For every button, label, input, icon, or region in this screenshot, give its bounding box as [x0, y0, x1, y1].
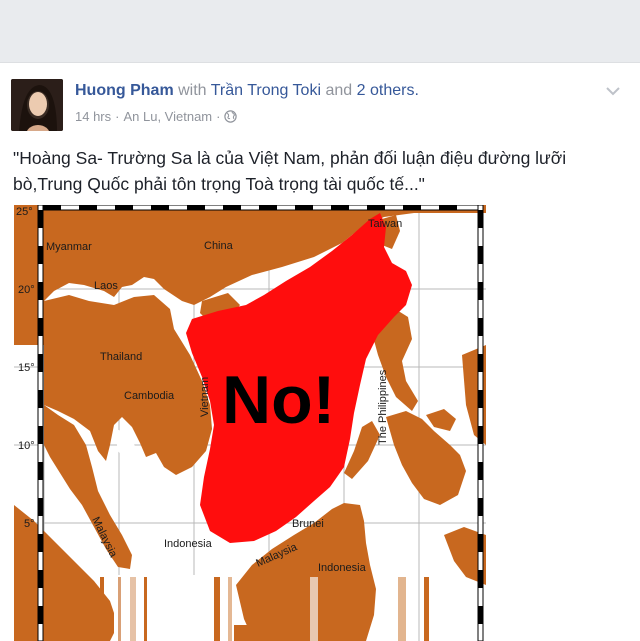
- label-vietnam: Vietnam: [199, 377, 211, 417]
- label-indonesia-west: Indonesia: [164, 538, 213, 550]
- globe-icon[interactable]: [224, 110, 238, 123]
- chevron-down-icon[interactable]: [606, 83, 620, 96]
- label-brunei: Brunei: [292, 518, 324, 530]
- lat-tick-5: 5°: [24, 518, 35, 530]
- label-philippines: The Philippines: [377, 369, 389, 445]
- label-cambodia: Cambodia: [124, 390, 175, 402]
- feed-post: Huong Pham with Trần Trong Toki and 2 ot…: [0, 62, 640, 641]
- label-indonesia-east: Indonesia: [318, 562, 367, 574]
- label-myanmar: Myanmar: [46, 241, 92, 253]
- lat-tick-10: 10°: [18, 440, 35, 452]
- meta-separator: ·: [115, 109, 120, 124]
- and-text: and: [325, 82, 353, 99]
- avatar[interactable]: [11, 79, 63, 131]
- map-svg: No! Taiwan Myanmar China Laos Thailand C…: [14, 205, 486, 641]
- map-overlay-text: No!: [222, 362, 335, 438]
- post-image-map[interactable]: No! Taiwan Myanmar China Laos Thailand C…: [14, 205, 486, 641]
- lat-tick-25: 25°: [16, 206, 33, 218]
- label-laos: Laos: [94, 280, 118, 292]
- tagged-friend[interactable]: Trần Trong Toki: [211, 82, 321, 99]
- post-location[interactable]: An Lu, Vietnam: [123, 109, 212, 124]
- label-china: China: [204, 240, 234, 252]
- label-taiwan: Taiwan: [368, 218, 402, 230]
- post-meta: 14 hrs · An Lu, Vietnam ·: [75, 109, 238, 124]
- lat-tick-15: 15°: [18, 362, 35, 374]
- lat-tick-20: 20°: [18, 284, 35, 296]
- post-caption: "Hoàng Sa- Trường Sa là của Việt Nam, ph…: [13, 148, 567, 194]
- with-text: with: [178, 82, 207, 99]
- post-header: Huong Pham with Trần Trong Toki and 2 ot…: [75, 82, 419, 100]
- meta-separator-2: ·: [216, 109, 221, 124]
- label-thailand: Thailand: [100, 351, 142, 363]
- tagged-others[interactable]: 2 others.: [357, 82, 419, 99]
- author-name[interactable]: Huong Pham: [75, 82, 174, 99]
- post-time[interactable]: 14 hrs: [75, 109, 111, 124]
